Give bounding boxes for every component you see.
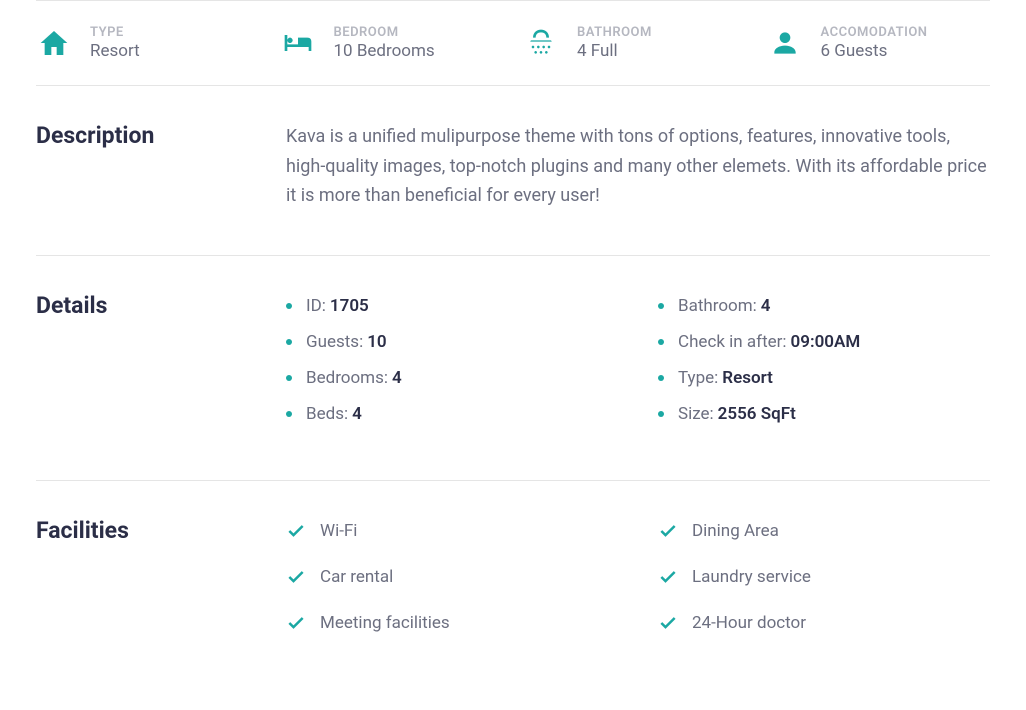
bullet-icon [286, 375, 292, 381]
facilities-col-1: Wi-Fi Car rental Meeting facilities [286, 517, 618, 655]
bullet-icon [286, 411, 292, 417]
stat-bedroom: BEDROOM 10 Bedrooms [280, 25, 504, 61]
bullet-icon [658, 339, 664, 345]
bullet-icon [286, 303, 292, 309]
check-icon [286, 521, 306, 541]
stat-value: 4 Full [577, 41, 652, 61]
check-icon [286, 567, 306, 587]
stat-value: 6 Guests [821, 41, 928, 61]
facility-item: Meeting facilities [286, 609, 618, 637]
description-text: Kava is a unified mulipurpose theme with… [286, 122, 990, 211]
detail-item: ID:1705 [286, 292, 618, 320]
description-section: Description Kava is a unified mulipurpos… [36, 86, 990, 255]
bullet-icon [286, 339, 292, 345]
stat-value: 10 Bedrooms [334, 41, 435, 61]
stat-value: Resort [90, 41, 140, 61]
stat-label: TYPE [90, 25, 140, 40]
person-icon [767, 25, 803, 61]
details-col-1: ID:1705 Guests:10 Bedrooms:4 Beds:4 [286, 292, 618, 436]
stat-label: BEDROOM [334, 25, 435, 40]
detail-item: Bathroom:4 [658, 292, 990, 320]
check-icon [658, 521, 678, 541]
facilities-section: Facilities Wi-Fi Car rental Meeting faci… [36, 481, 990, 699]
bullet-icon [658, 303, 664, 309]
details-title: Details [36, 292, 246, 436]
stat-bathroom: BATHROOM 4 Full [523, 25, 747, 61]
detail-item: Guests:10 [286, 328, 618, 356]
detail-item: Beds:4 [286, 400, 618, 428]
facility-item: Dining Area [658, 517, 990, 545]
bullet-icon [658, 375, 664, 381]
facilities-col-2: Dining Area Laundry service 24-Hour doct… [658, 517, 990, 655]
facilities-title: Facilities [36, 517, 246, 655]
stat-accommodation: ACCOMODATION 6 Guests [767, 25, 991, 61]
details-col-2: Bathroom:4 Check in after:09:00AM Type:R… [658, 292, 990, 436]
facility-item: Car rental [286, 563, 618, 591]
check-icon [658, 613, 678, 633]
facility-item: Laundry service [658, 563, 990, 591]
details-section: Details ID:1705 Guests:10 Bedrooms:4 Bed… [36, 256, 990, 480]
top-stats-row: TYPE Resort BEDROOM 10 Bedrooms BATHROOM… [36, 1, 990, 85]
detail-item: Type:Resort [658, 364, 990, 392]
stat-label: BATHROOM [577, 25, 652, 40]
bed-icon [280, 25, 316, 61]
facility-item: Wi-Fi [286, 517, 618, 545]
facility-item: 24-Hour doctor [658, 609, 990, 637]
detail-item: Check in after:09:00AM [658, 328, 990, 356]
detail-item: Size:2556 SqFt [658, 400, 990, 428]
stat-type: TYPE Resort [36, 25, 260, 61]
description-title: Description [36, 122, 246, 211]
stat-label: ACCOMODATION [821, 25, 928, 40]
detail-item: Bedrooms:4 [286, 364, 618, 392]
check-icon [286, 613, 306, 633]
home-icon [36, 25, 72, 61]
bullet-icon [658, 411, 664, 417]
check-icon [658, 567, 678, 587]
shower-icon [523, 25, 559, 61]
